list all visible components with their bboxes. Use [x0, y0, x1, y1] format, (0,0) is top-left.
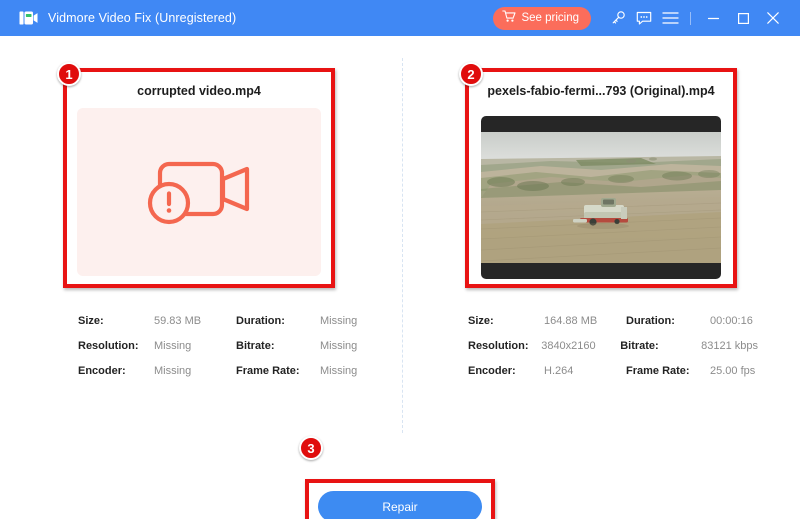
app-title: Vidmore Video Fix (Unregistered) [48, 11, 236, 25]
meta-key: Size: [78, 315, 154, 327]
annotation-badge-3: 3 [299, 436, 323, 460]
titlebar-controls: See pricing [493, 0, 800, 36]
annotation-badge-1: 1 [57, 62, 81, 86]
sample-video-preview[interactable] [481, 116, 721, 279]
repair-button[interactable]: Repair [318, 491, 482, 519]
video-camera-logo-icon [18, 8, 38, 28]
meta-value: Missing [320, 315, 357, 327]
meta-key: Duration: [236, 315, 320, 327]
app-window: Vidmore Video Fix (Unregistered) See pri… [0, 0, 800, 519]
metadata-row: Size: 59.83 MB Duration: Missing [78, 308, 368, 333]
meta-key: Frame Rate: [626, 365, 710, 377]
annotation-badge-2: 2 [459, 62, 483, 86]
source-metadata-table: Size: 59.83 MB Duration: Missing Resolut… [78, 308, 368, 383]
meta-value: Missing [154, 340, 236, 352]
metadata-row: Resolution: 3840x2160 Bitrate: 83121 kbp… [468, 333, 758, 358]
meta-key: Encoder: [78, 365, 154, 377]
speech-bubble-icon[interactable] [631, 0, 657, 36]
meta-key: Duration: [626, 315, 710, 327]
meta-key: Bitrate: [236, 340, 320, 352]
metadata-row: Size: 164.88 MB Duration: 00:00:16 [468, 308, 758, 333]
key-icon[interactable] [605, 0, 631, 36]
corrupted-video-preview[interactable] [77, 108, 321, 276]
meta-value: 25.00 fps [710, 365, 755, 377]
hamburger-menu-icon[interactable] [657, 0, 683, 36]
meta-value: Missing [154, 365, 236, 377]
source-file-name: corrupted video.mp4 [63, 84, 335, 98]
sample-file-name: pexels-fabio-fermi...793 (Original).mp4 [465, 84, 737, 98]
meta-key: Frame Rate: [236, 365, 320, 377]
meta-value: 164.88 MB [544, 315, 626, 327]
close-icon[interactable] [758, 0, 788, 36]
broken-video-camera-icon [145, 148, 253, 237]
meta-key: Resolution: [78, 340, 154, 352]
metadata-row: Resolution: Missing Bitrate: Missing [78, 333, 368, 358]
video-thumbnail-farm-landscape [481, 132, 721, 263]
title-bar: Vidmore Video Fix (Unregistered) See pri… [0, 0, 800, 36]
minimize-icon[interactable] [698, 0, 728, 36]
meta-value: 00:00:16 [710, 315, 753, 327]
meta-value: 83121 kbps [701, 340, 758, 352]
metadata-row: Encoder: H.264 Frame Rate: 25.00 fps [468, 358, 758, 383]
titlebar-separator [690, 12, 691, 25]
sample-metadata-table: Size: 164.88 MB Duration: 00:00:16 Resol… [468, 308, 758, 383]
meta-value: Missing [320, 340, 357, 352]
main-content: corrupted video.mp4 Size: 59.83 MB Durat… [0, 36, 800, 519]
meta-key: Encoder: [468, 365, 544, 377]
meta-value: H.264 [544, 365, 626, 377]
maximize-icon[interactable] [728, 0, 758, 36]
see-pricing-label: See pricing [521, 12, 579, 24]
see-pricing-button[interactable]: See pricing [493, 7, 591, 30]
meta-key: Size: [468, 315, 544, 327]
meta-value: 59.83 MB [154, 315, 236, 327]
shopping-cart-icon [502, 10, 516, 26]
meta-key: Bitrate: [620, 340, 701, 352]
meta-value: Missing [320, 365, 357, 377]
meta-value: 3840x2160 [541, 340, 620, 352]
metadata-row: Encoder: Missing Frame Rate: Missing [78, 358, 368, 383]
meta-key: Resolution: [468, 340, 541, 352]
panel-divider [402, 58, 403, 433]
